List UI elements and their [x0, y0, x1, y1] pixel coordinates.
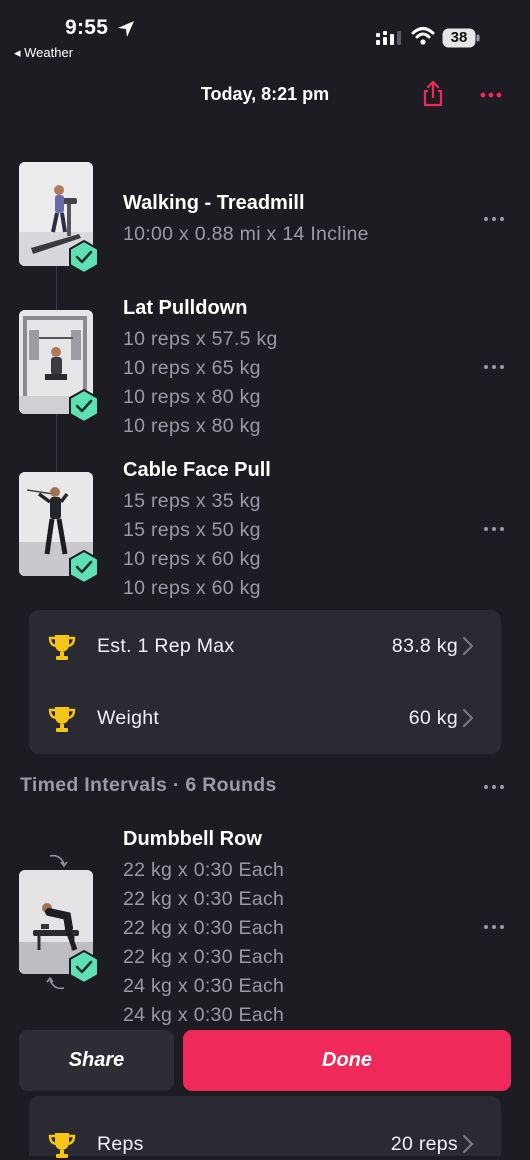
more-icon[interactable]	[483, 526, 505, 532]
record-label: Reps	[97, 1133, 144, 1155]
check-icon	[69, 550, 99, 584]
chevron-right-icon[interactable]	[462, 636, 474, 656]
cycle-arrows-icon	[49, 854, 68, 868]
more-icon[interactable]	[483, 216, 505, 222]
record-label: Est. 1 Rep Max	[97, 635, 235, 657]
exercise-set: 22 kg x 0:30 Each	[123, 888, 285, 910]
battery-level: 38	[450, 29, 468, 46]
record-label: Weight	[97, 707, 160, 729]
exercise-set: 10 reps x 57.5 kg	[123, 328, 278, 350]
section-title: Timed Intervals · 6 Rounds	[20, 774, 277, 796]
signal-icon	[376, 31, 401, 45]
more-icon[interactable]	[483, 364, 505, 370]
more-icon[interactable]	[483, 924, 505, 930]
battery-icon: 38	[442, 28, 480, 48]
exercise-name: Lat Pulldown	[123, 297, 248, 319]
exercise-set: 22 kg x 0:30 Each	[123, 946, 285, 968]
exercise-set: 10 reps x 65 kg	[123, 357, 261, 379]
record-value: 83.8 kg	[391, 635, 458, 657]
exercise-connector	[56, 414, 57, 472]
check-icon	[69, 240, 99, 274]
exercise-set: 22 kg x 0:30 Each	[123, 859, 285, 881]
trophy-icon	[48, 1133, 76, 1158]
chevron-right-icon[interactable]	[462, 1134, 474, 1154]
exercise-set: 24 kg x 0:30 Each	[123, 1004, 285, 1026]
record-value: 20 reps	[390, 1133, 458, 1155]
back-to-app-link[interactable]: ◂ Weather	[14, 45, 73, 61]
trophy-icon	[48, 635, 76, 660]
trophy-icon	[48, 707, 76, 732]
done-button[interactable]: Done	[183, 1030, 511, 1091]
chevron-right-icon[interactable]	[462, 708, 474, 728]
exercise-set: 22 kg x 0:30 Each	[123, 917, 285, 939]
more-icon[interactable]	[483, 784, 505, 790]
more-icon[interactable]	[479, 91, 503, 99]
location-arrow-icon	[118, 21, 134, 37]
exercise-name: Dumbbell Row	[123, 828, 262, 850]
check-icon	[69, 950, 99, 984]
share-icon[interactable]	[420, 80, 446, 108]
check-icon	[69, 389, 99, 423]
wifi-icon	[411, 27, 435, 45]
exercise-set: 10 reps x 60 kg	[123, 548, 261, 570]
exercise-set: 24 kg x 0:30 Each	[123, 975, 285, 997]
exercise-set: 10 reps x 80 kg	[123, 415, 261, 437]
exercise-set: 10 reps x 60 kg	[123, 577, 261, 599]
share-button[interactable]: Share	[19, 1030, 174, 1091]
exercise-set: 10 reps x 80 kg	[123, 386, 261, 408]
record-value: 60 kg	[408, 707, 458, 729]
records-card	[29, 610, 501, 754]
exercise-set: 15 reps x 35 kg	[123, 490, 261, 512]
status-time: 9:55	[65, 16, 109, 39]
exercise-connector	[56, 266, 57, 310]
exercise-set: 10:00 x 0.88 mi x 14 Incline	[123, 223, 369, 245]
exercise-set: 15 reps x 50 kg	[123, 519, 261, 541]
exercise-name: Walking - Treadmill	[123, 192, 305, 214]
exercise-name: Cable Face Pull	[123, 459, 271, 481]
page-title: Today, 8:21 pm	[200, 84, 330, 104]
